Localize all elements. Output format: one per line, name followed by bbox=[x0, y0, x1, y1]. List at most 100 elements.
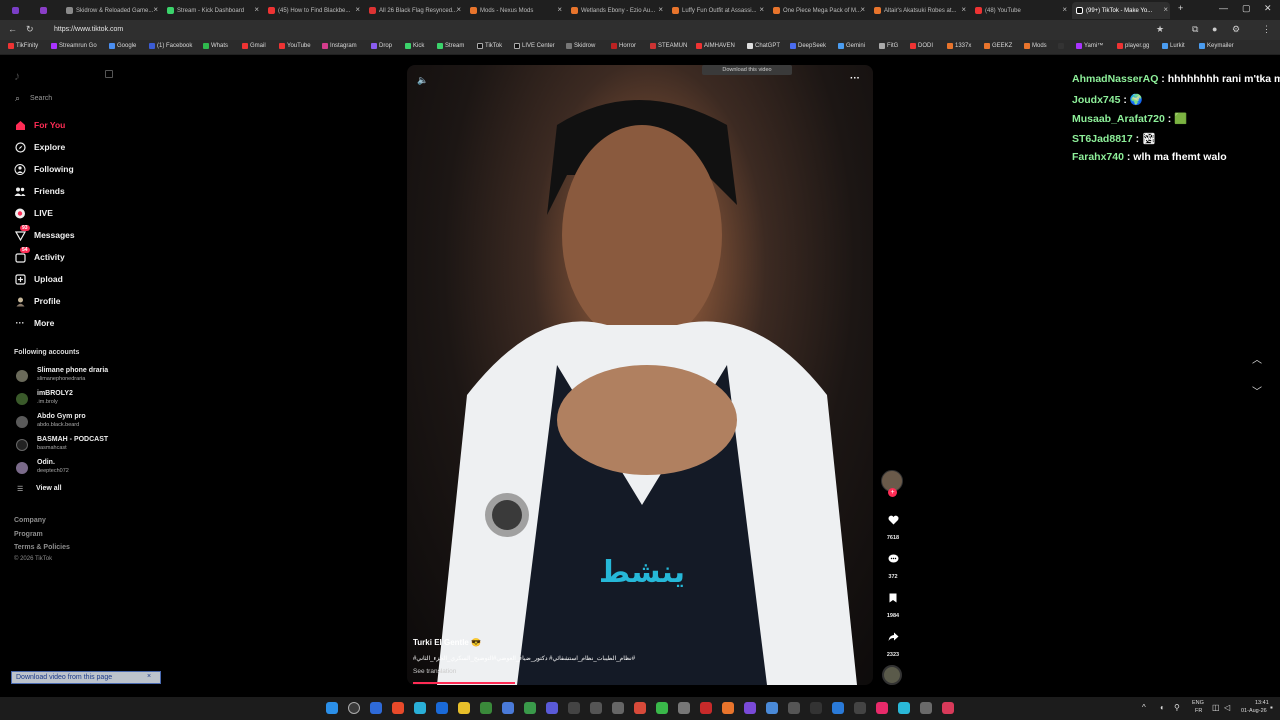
app-icon[interactable] bbox=[876, 702, 888, 714]
app-icon[interactable] bbox=[722, 702, 734, 714]
app-icon[interactable] bbox=[612, 702, 624, 714]
bookmark[interactable]: Whats bbox=[203, 43, 228, 49]
tiktok-logo[interactable]: ♪ bbox=[14, 69, 20, 83]
like-icon[interactable] bbox=[885, 512, 901, 528]
bookmark[interactable]: Lurkit bbox=[1162, 43, 1185, 49]
download-video-bar[interactable]: Download video from this page × bbox=[11, 671, 161, 684]
new-tab-icon[interactable]: + bbox=[1178, 3, 1183, 13]
app-icon[interactable] bbox=[942, 702, 954, 714]
comment-icon[interactable] bbox=[885, 551, 901, 567]
bookmark[interactable]: AIMHAVEN bbox=[696, 43, 735, 49]
tray-icon[interactable]: ⚲ bbox=[1174, 703, 1180, 712]
view-all-link[interactable]: View all bbox=[36, 485, 62, 492]
bookmark[interactable]: Horror bbox=[611, 43, 636, 49]
volume-icon[interactable]: 🔈 bbox=[417, 75, 428, 86]
app-icon[interactable] bbox=[524, 702, 536, 714]
nav-profile[interactable]: Profile bbox=[14, 294, 60, 308]
close-icon[interactable]: × bbox=[153, 5, 158, 14]
bookmark[interactable]: GEEKZ bbox=[984, 43, 1012, 49]
minimize-icon[interactable]: — bbox=[1219, 3, 1228, 13]
notification-icon[interactable]: ▪ bbox=[1270, 703, 1273, 712]
bookmark[interactable]: STEAMUN bbox=[650, 43, 687, 49]
back-icon[interactable]: ← bbox=[8, 24, 17, 34]
network-icon[interactable]: ◫ bbox=[1212, 703, 1220, 712]
url-field[interactable]: https://www.tiktok.com bbox=[48, 23, 1148, 37]
restore-icon[interactable]: ▢ bbox=[1242, 3, 1251, 14]
bookmark[interactable]: Streamrun Go bbox=[51, 43, 97, 49]
start-icon[interactable] bbox=[326, 702, 338, 714]
app-icon[interactable] bbox=[810, 702, 822, 714]
close-icon[interactable]: × bbox=[147, 673, 151, 680]
nav-explore[interactable]: Explore bbox=[14, 140, 65, 154]
tab-4[interactable]: (45) How to Find Blackbe... × bbox=[264, 2, 362, 19]
folder-icon[interactable] bbox=[458, 702, 470, 714]
app-icon[interactable] bbox=[678, 702, 690, 714]
nav-following[interactable]: Following bbox=[14, 162, 74, 176]
bookmark[interactable]: Google bbox=[109, 43, 136, 49]
reload-icon[interactable]: ↻ bbox=[26, 24, 34, 35]
nav-friends[interactable]: Friends bbox=[14, 184, 65, 198]
close-icon[interactable]: × bbox=[557, 5, 562, 14]
bookmark[interactable]: Gmail bbox=[242, 43, 266, 49]
browser-icon[interactable] bbox=[392, 702, 404, 714]
follow-plus-icon[interactable]: + bbox=[888, 488, 897, 497]
close-icon[interactable]: × bbox=[355, 5, 360, 14]
settings-icon[interactable]: ⚙ bbox=[1232, 24, 1240, 35]
footer-company[interactable]: Company bbox=[14, 517, 46, 524]
star-icon[interactable]: ★ bbox=[1156, 24, 1164, 35]
bookmark[interactable]: Yami™ bbox=[1076, 43, 1103, 49]
clock-date[interactable]: 01-Aug-26 bbox=[1241, 708, 1267, 714]
bookmark-icon[interactable] bbox=[885, 590, 901, 606]
extensions-icon[interactable]: ⧉ bbox=[1192, 24, 1198, 35]
app-icon[interactable] bbox=[832, 702, 844, 714]
bookmark[interactable]: Keymailer bbox=[1199, 43, 1234, 49]
bookmark[interactable]: TikTok bbox=[477, 43, 502, 49]
bookmark[interactable]: Stream bbox=[437, 43, 464, 49]
see-translation-link[interactable]: See translation bbox=[413, 668, 456, 675]
volume-icon[interactable]: ◁ bbox=[1224, 703, 1230, 712]
bookmark[interactable]: DeepSeek bbox=[790, 43, 826, 49]
footer-program[interactable]: Program bbox=[14, 531, 43, 538]
download-video-button-top[interactable]: Download this video bbox=[702, 65, 792, 75]
app-icon[interactable] bbox=[634, 702, 646, 714]
close-icon[interactable]: × bbox=[759, 5, 764, 14]
close-icon[interactable]: × bbox=[456, 5, 461, 14]
close-icon[interactable]: × bbox=[961, 5, 966, 14]
bookmark[interactable]: Kick bbox=[405, 43, 424, 49]
close-icon[interactable]: × bbox=[658, 5, 663, 14]
app-icon[interactable] bbox=[370, 702, 382, 714]
tab-8[interactable]: Luffy Fun Outfit at Assassi... × bbox=[668, 2, 766, 19]
language-indicator[interactable]: ENG bbox=[1192, 700, 1204, 706]
tab-11[interactable]: (48) YouTube × bbox=[971, 2, 1069, 19]
video-player[interactable]: Download this video 🔈 ··· ينشط Turki El … bbox=[407, 65, 873, 685]
bookmark[interactable]: (1) Facebook bbox=[149, 43, 192, 49]
bookmark[interactable]: FitG bbox=[879, 43, 898, 49]
tab-6[interactable]: Mods - Nexus Mods × bbox=[466, 2, 564, 19]
app-icon[interactable] bbox=[700, 702, 712, 714]
bookmark[interactable]: Instagram bbox=[322, 43, 357, 49]
nav-more[interactable]: ··· More bbox=[14, 316, 55, 330]
tab-9[interactable]: One Piece Mega Pack of M... × bbox=[769, 2, 867, 19]
bookmark[interactable]: LIVE Center bbox=[514, 43, 555, 49]
app-icon[interactable] bbox=[502, 702, 514, 714]
bookmark[interactable]: player.gg bbox=[1117, 43, 1149, 49]
app-icon[interactable] bbox=[854, 702, 866, 714]
clock-time[interactable]: 13:41 bbox=[1255, 700, 1269, 706]
close-icon[interactable]: × bbox=[860, 5, 865, 14]
bookmark[interactable]: DODI bbox=[910, 43, 933, 49]
window-close-icon[interactable]: ✕ bbox=[1264, 3, 1272, 14]
bookmark[interactable]: YouTube bbox=[279, 43, 311, 49]
nav-activity[interactable]: 54 Activity bbox=[14, 247, 65, 264]
app-icon[interactable] bbox=[590, 702, 602, 714]
nav-for-you[interactable]: For You bbox=[14, 118, 65, 132]
app-icon[interactable] bbox=[898, 702, 910, 714]
app-icon[interactable] bbox=[788, 702, 800, 714]
close-icon[interactable]: × bbox=[1062, 5, 1067, 14]
edge-icon[interactable] bbox=[414, 702, 426, 714]
steam-icon[interactable] bbox=[436, 702, 448, 714]
nav-upload[interactable]: Upload bbox=[14, 272, 63, 286]
video-author[interactable]: Turki El Gentle 😎 bbox=[413, 638, 481, 647]
discord-icon[interactable] bbox=[546, 702, 558, 714]
bookmark[interactable]: TikFinity bbox=[8, 43, 38, 49]
close-icon[interactable]: × bbox=[1163, 5, 1168, 14]
